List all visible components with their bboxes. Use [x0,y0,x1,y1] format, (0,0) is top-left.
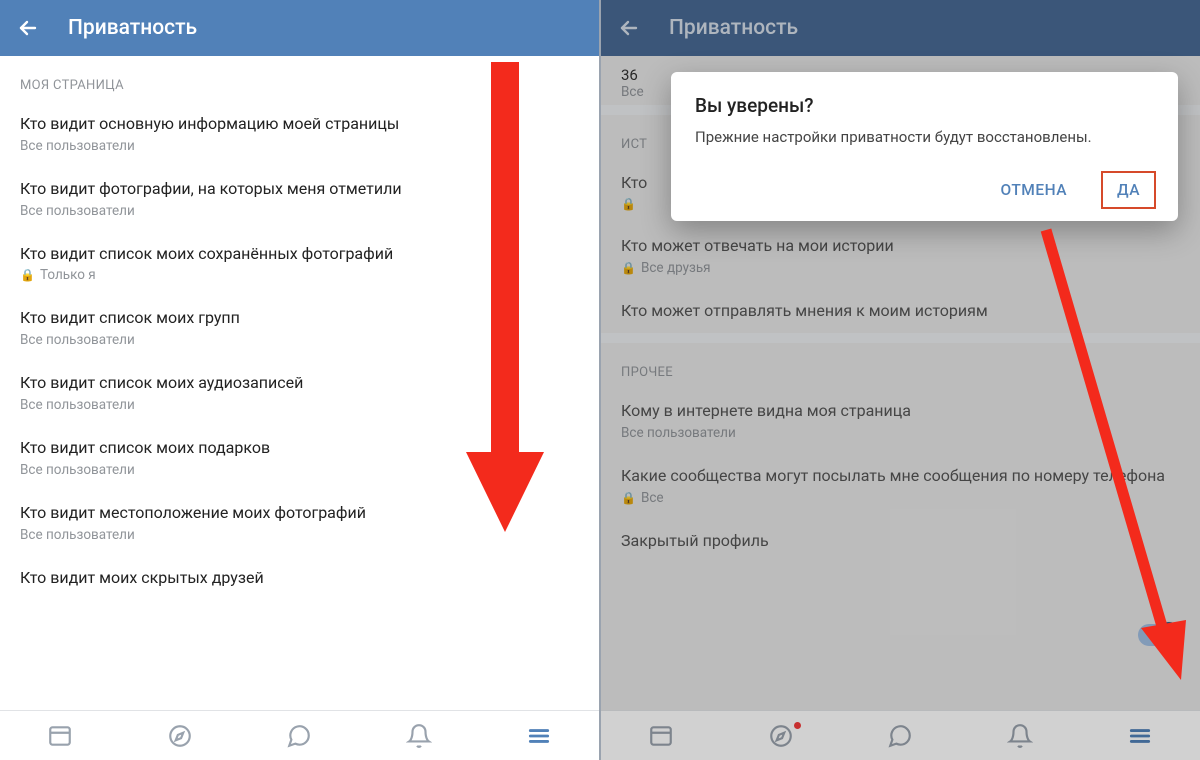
privacy-item[interactable]: Кто видит основную информацию моей стран… [0,101,599,166]
header: Приватность [0,0,599,56]
closed-profile-toggle[interactable] [1138,624,1180,646]
dialog-title: Вы уверены? [695,94,1154,117]
nav-discover[interactable] [721,711,841,760]
privacy-item[interactable]: Какие сообщества могут посылать мне сооб… [601,453,1200,518]
confirm-dialog: Вы уверены? Прежние настройки приватност… [671,72,1178,221]
nav-notifications[interactable] [359,711,479,760]
back-arrow-icon[interactable] [16,16,40,40]
nav-news[interactable] [601,711,721,760]
privacy-item[interactable]: Кто видит список моих аудиозаписей Все п… [0,360,599,425]
section-my-page: МОЯ СТРАНИЦА [0,56,599,101]
nav-menu[interactable] [1080,711,1200,760]
nav-news[interactable] [0,711,120,760]
lock-icon: 🔒 [621,491,636,505]
header: Приватность [601,0,1200,56]
privacy-item[interactable]: Кто может отправлять мнения к моим истор… [601,288,1200,334]
nav-messages[interactable] [240,711,360,760]
privacy-item[interactable]: Кто видит моих скрытых друзей [0,555,599,601]
nav-discover[interactable] [120,711,240,760]
cancel-button[interactable]: ОТМЕНА [987,173,1081,207]
privacy-item[interactable]: Кто видит фотографии, на которых меня от… [0,166,599,231]
privacy-item[interactable]: Кому в интернете видна моя страница Все … [601,388,1200,453]
page-title: Приватность [669,16,798,40]
privacy-item[interactable]: Кто видит список моих групп Все пользова… [0,295,599,360]
nav-notifications[interactable] [960,711,1080,760]
left-screenshot: Приватность МОЯ СТРАНИЦА Кто видит основ… [0,0,599,760]
bottom-nav [0,710,599,760]
closed-profile-row[interactable]: Закрытый профиль [601,518,1200,564]
lock-icon: 🔒 [20,268,35,282]
dialog-message: Прежние настройки приватности будут восс… [695,127,1154,147]
toggle-knob [1156,622,1182,648]
lock-icon: 🔒 [621,261,636,275]
privacy-item[interactable]: Кто может отвечать на мои истории 🔒Все д… [601,223,1200,288]
right-screenshot: Приватность 36 Все ИСТ Кто 🔒 Кто может о… [601,0,1200,760]
lock-icon: 🔒 [621,197,636,211]
ok-button[interactable]: ДА [1103,173,1154,207]
privacy-item[interactable]: Кто видит местоположение моих фотографий… [0,490,599,555]
nav-menu[interactable] [479,711,599,760]
settings-list: МОЯ СТРАНИЦА Кто видит основную информац… [0,56,599,710]
page-title: Приватность [68,16,197,40]
back-arrow-icon[interactable] [617,16,641,40]
nav-messages[interactable] [841,711,961,760]
privacy-item[interactable]: Кто видит список моих подарков Все польз… [0,425,599,490]
privacy-item[interactable]: Кто видит список моих сохранённых фотогр… [0,231,599,296]
section-other: ПРОЧЕЕ [601,343,1200,388]
notification-dot-icon [794,722,801,729]
bottom-nav [601,710,1200,760]
